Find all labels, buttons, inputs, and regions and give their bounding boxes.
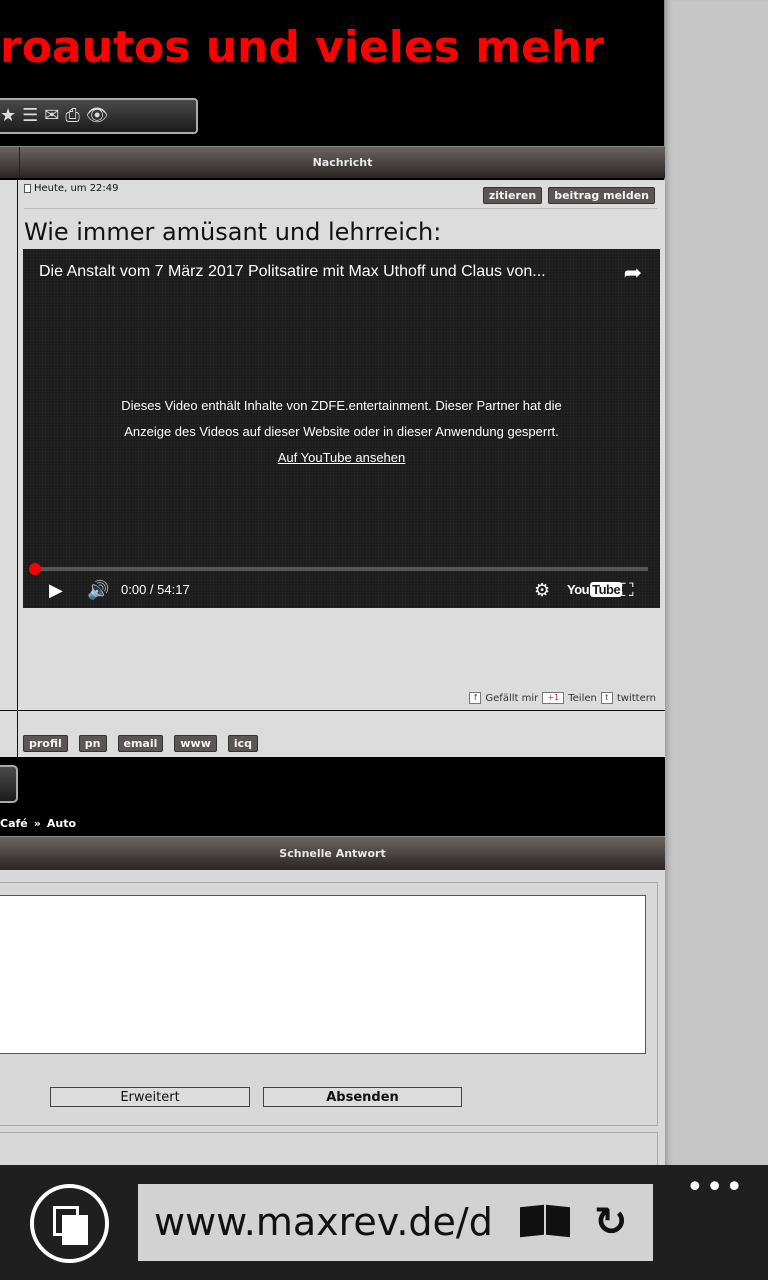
video-progress-knob[interactable] — [29, 563, 41, 575]
send-button[interactable]: Absenden — [263, 1087, 462, 1107]
youtube-logo-icon[interactable]: You Tube — [567, 579, 623, 601]
post-actions: zitieren beitrag melden — [482, 187, 655, 204]
browser-viewport: roautos und vieles mehr ★ ☰ ✉ ⎙ 👁 Nachri… — [0, 0, 768, 1165]
video-message-line-1: Dieses Video enthält Inhalte von ZDFE.en… — [121, 398, 562, 413]
watch-on-youtube-link[interactable]: Auf YouTube ansehen — [278, 450, 405, 465]
post-table-header: Nachricht — [0, 146, 665, 178]
author-column-footer — [0, 711, 18, 757]
more-options-button[interactable]: ••• — [686, 1173, 743, 1203]
banner-title: roautos und vieles mehr — [0, 22, 604, 73]
navigation-button[interactable] — [0, 765, 18, 803]
google-plus-icon[interactable]: +1 — [542, 692, 565, 704]
advanced-button[interactable]: Erweitert — [50, 1087, 250, 1107]
message-column-header: Nachricht — [19, 147, 665, 178]
address-bar[interactable]: www.maxrev.de/die ↻ — [138, 1184, 653, 1261]
quick-reply-area: Erweitert Absenden — [0, 870, 665, 1165]
refresh-icon[interactable]: ↻ — [594, 1198, 628, 1246]
icq-button[interactable]: icq — [227, 735, 259, 752]
video-blocked-message: Dieses Video enthält Inhalte von ZDFE.en… — [23, 393, 660, 471]
facebook-like-label[interactable]: Gefällt mir — [485, 693, 538, 704]
post-text: Wie immer amüsant und lehrreich: — [24, 218, 442, 246]
author-column — [0, 180, 18, 710]
video-progress-bar[interactable] — [29, 563, 648, 575]
report-post-button[interactable]: beitrag melden — [548, 187, 655, 204]
share-icon[interactable]: ➦ — [624, 261, 642, 286]
user-action-bar: profil pn email www icq — [0, 710, 665, 757]
google-share-label[interactable]: Teilen — [568, 693, 597, 704]
breadcrumb-item-auto[interactable]: Auto — [47, 817, 76, 830]
star-icon[interactable]: ★ — [0, 106, 16, 126]
social-share-bar: f Gefällt mir +1 Teilen t twittern — [469, 692, 656, 704]
post-meta: Heute, um 22:49 — [24, 183, 119, 194]
play-icon[interactable]: ▶ — [49, 579, 63, 601]
video-controls: ▶ 🔊 0:00 / 54:17 ⚙ You Tube ⛶ — [23, 579, 660, 601]
video-title[interactable]: Die Anstalt vom 7 März 2017 Politsatire … — [39, 263, 609, 281]
email-button[interactable]: email — [117, 735, 164, 752]
breadcrumb: Café » Auto — [0, 817, 76, 830]
volume-icon[interactable]: 🔊 — [87, 579, 109, 601]
book-left-page — [520, 1204, 544, 1238]
tabs-icon-front — [62, 1215, 88, 1245]
quote-button[interactable]: zitieren — [482, 187, 543, 204]
quick-reply-header: Schnelle Antwort — [0, 836, 665, 870]
post-container: Heute, um 22:49 zitieren beitrag melden … — [0, 180, 665, 710]
reply-textarea[interactable] — [0, 895, 646, 1054]
post-divider — [24, 208, 657, 209]
facebook-icon[interactable]: f — [469, 692, 482, 704]
list-icon[interactable]: ☰ — [22, 106, 38, 126]
youtube-embed[interactable]: Die Anstalt vom 7 März 2017 Politsatire … — [23, 249, 660, 608]
quick-reply-lower-frame — [0, 1132, 658, 1165]
user-action-buttons: profil pn email www icq — [23, 735, 259, 752]
tabs-button[interactable] — [30, 1184, 109, 1263]
profile-button[interactable]: profil — [23, 735, 68, 752]
post-date: Heute, um 22:49 — [34, 183, 119, 194]
twitter-label[interactable]: twittern — [617, 693, 656, 704]
twitter-icon[interactable]: t — [600, 692, 613, 704]
fullscreen-icon[interactable]: ⛶ — [621, 579, 634, 601]
url-text[interactable]: www.maxrev.de/die — [154, 1184, 494, 1261]
toolbar-icon-bar: ★ ☰ ✉ ⎙ 👁 — [0, 98, 198, 134]
book-right-page — [546, 1204, 570, 1238]
browser-app-bar: www.maxrev.de/die ↻ ••• — [0, 1165, 768, 1280]
page-side-gutter — [665, 0, 768, 1165]
video-time: 0:00 / 54:17 — [121, 582, 190, 597]
breadcrumb-separator: » — [33, 817, 41, 830]
web-page: roautos und vieles mehr ★ ☰ ✉ ⎙ 👁 Nachri… — [0, 0, 665, 1165]
breadcrumb-item-cafe[interactable]: Café — [0, 817, 28, 830]
quick-reply-title: Schnelle Antwort — [279, 847, 386, 860]
navigation-area: Café » Auto — [0, 757, 665, 836]
envelope-icon[interactable]: ✉ — [44, 106, 59, 126]
eye-icon[interactable]: 👁 — [86, 106, 109, 126]
post-document-icon — [24, 184, 31, 193]
website-button[interactable]: www — [174, 735, 217, 752]
video-message-line-2: Anzeige des Videos auf dieser Website od… — [124, 424, 559, 439]
printer-icon[interactable]: ⎙ — [65, 106, 79, 126]
reading-view-icon[interactable] — [518, 1202, 572, 1242]
settings-gear-icon[interactable]: ⚙ — [534, 579, 550, 601]
private-message-button[interactable]: pn — [78, 735, 107, 752]
